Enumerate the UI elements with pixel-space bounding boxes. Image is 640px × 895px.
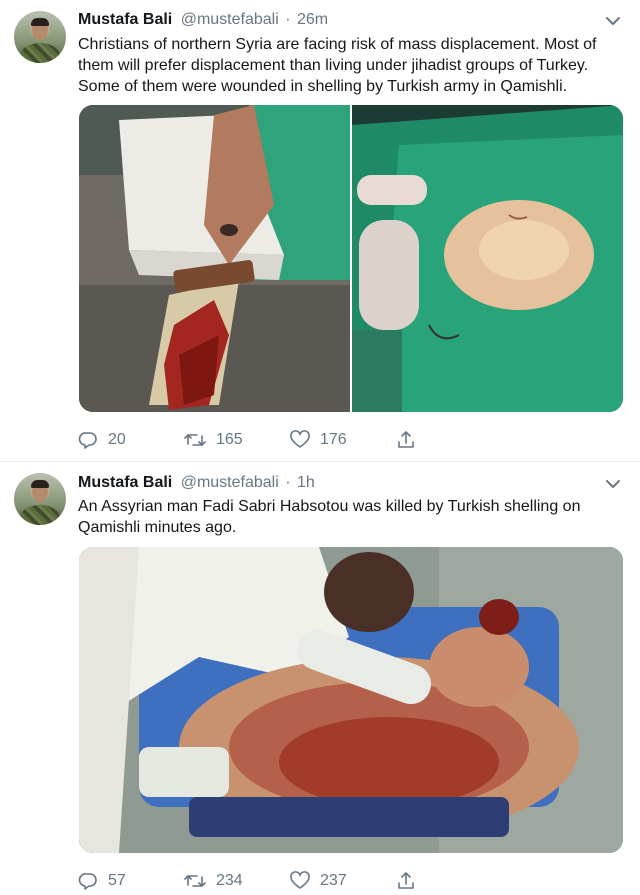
tweet-text-line: them will prefer displacement than livin…	[78, 57, 589, 74]
like-button[interactable]: 237	[290, 869, 347, 893]
avatar-uniform	[20, 43, 60, 63]
tweet-text-line: An Assyrian man Fadi Sabri Habsotou was …	[78, 498, 581, 515]
tweet[interactable]: Mustafa Bali @mustefabali · 1h An Assyri…	[0, 462, 640, 895]
reply-icon	[78, 430, 108, 450]
retweet-count: 234	[216, 872, 243, 889]
victim-photo[interactable]	[79, 547, 623, 853]
heart-icon	[290, 430, 320, 450]
author-avatar[interactable]	[14, 11, 66, 63]
avatar-uniform	[20, 505, 60, 525]
author-avatar[interactable]	[14, 473, 66, 525]
reply-count: 20	[108, 431, 126, 448]
tweet[interactable]: Mustafa Bali @mustefabali · 26m Christia…	[0, 0, 640, 462]
retweet-icon	[184, 430, 216, 450]
share-button[interactable]	[396, 869, 426, 893]
share-button[interactable]	[396, 428, 426, 452]
author-handle[interactable]: @mustefabali	[181, 11, 279, 28]
chevron-down-icon[interactable]	[602, 473, 624, 495]
tweet-text-line: Qamishli minutes ago.	[78, 519, 237, 536]
reply-count: 57	[108, 872, 126, 889]
tweet-timestamp[interactable]: 1h	[297, 474, 315, 491]
tweet-timestamp[interactable]: 26m	[297, 11, 328, 28]
reply-button[interactable]: 20	[78, 428, 126, 452]
reply-icon	[78, 871, 108, 891]
heart-icon	[290, 871, 320, 891]
like-count: 176	[320, 431, 347, 448]
tweet-text: An Assyrian man Fadi Sabri Habsotou was …	[78, 496, 623, 538]
like-button[interactable]: 176	[290, 428, 347, 452]
tweet-media[interactable]	[79, 105, 623, 412]
tweet-actions: 57 234 237	[78, 869, 478, 893]
tweet-actions: 20 165 176	[78, 428, 478, 452]
tweet-header: Mustafa Bali @mustefabali · 1h	[78, 472, 315, 494]
avatar-hair	[31, 18, 49, 26]
tweet-media[interactable]	[79, 547, 623, 853]
reply-button[interactable]: 57	[78, 869, 126, 893]
author-handle[interactable]: @mustefabali	[181, 474, 279, 491]
retweet-button[interactable]: 165	[184, 428, 243, 452]
meta-separator: ·	[285, 11, 291, 28]
retweet-button[interactable]: 234	[184, 869, 243, 893]
surgery-photo[interactable]	[352, 105, 623, 412]
like-count: 237	[320, 872, 347, 889]
tweet-header: Mustafa Bali @mustefabali · 26m	[78, 9, 328, 31]
meta-separator: ·	[285, 474, 291, 491]
author-name[interactable]: Mustafa Bali	[78, 11, 172, 28]
share-icon	[396, 430, 426, 450]
chevron-down-icon[interactable]	[602, 10, 624, 32]
retweet-count: 165	[216, 431, 243, 448]
tweet-text-line: Christians of northern Syria are facing …	[78, 36, 597, 53]
share-icon	[396, 871, 426, 891]
avatar-hair	[31, 480, 49, 488]
retweet-icon	[184, 871, 216, 891]
wounded-arm-photo[interactable]	[79, 105, 350, 412]
author-name[interactable]: Mustafa Bali	[78, 474, 172, 491]
tweet-text: Christians of northern Syria are facing …	[78, 34, 623, 97]
tweet-text-line: Some of them were wounded in shelling by…	[78, 78, 568, 95]
